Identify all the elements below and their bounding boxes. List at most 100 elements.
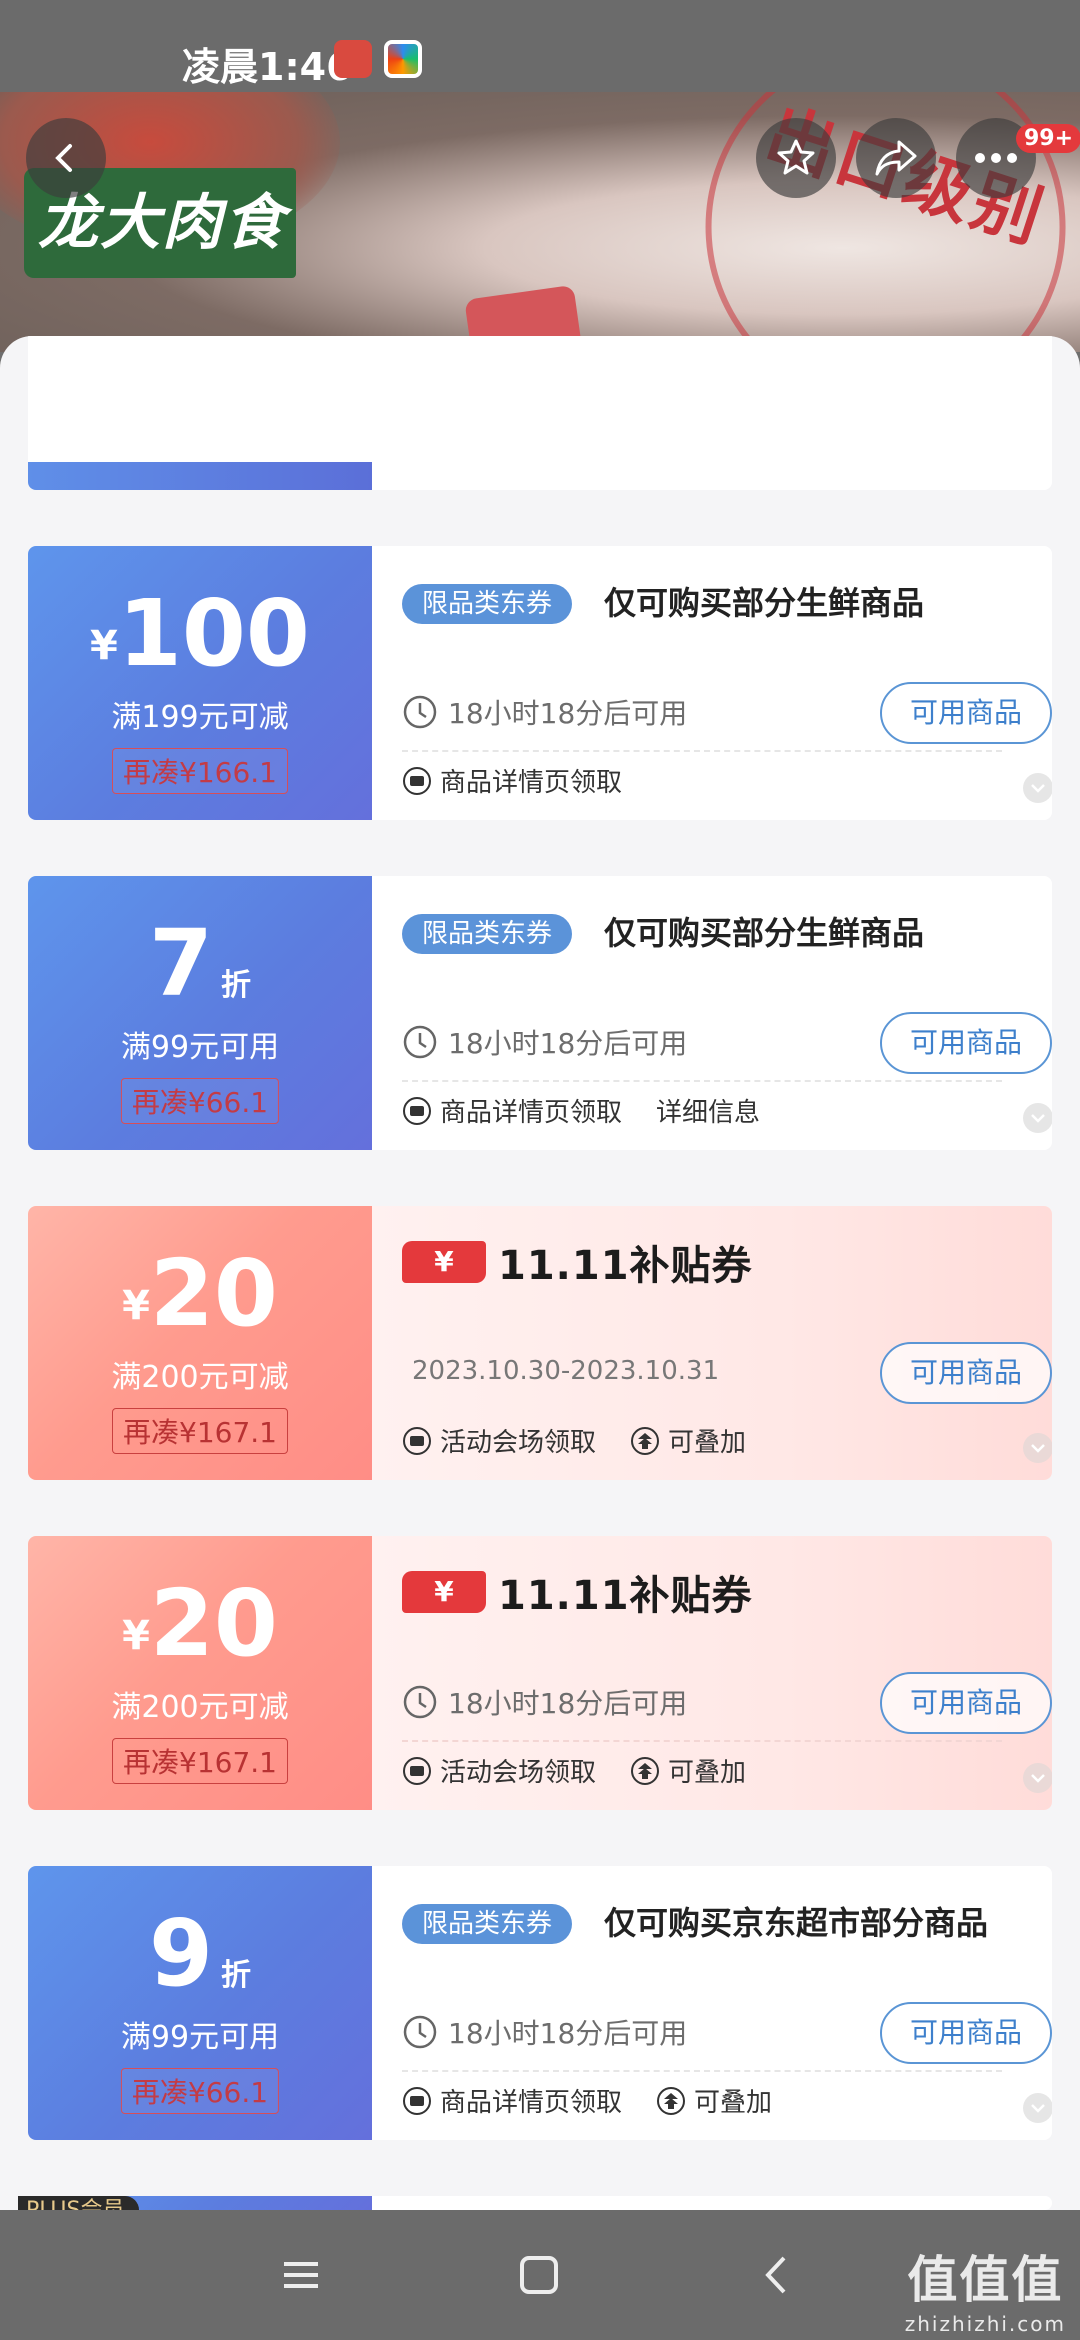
coupon-value-panel: 9折 满99元可用 再凑¥66.1: [28, 1866, 372, 2140]
coupon-validity: 18小时18分后可用: [402, 692, 687, 732]
claim-source-label: 商品详情页领取: [440, 2088, 623, 2118]
currency-symbol: ¥: [122, 1283, 150, 1329]
message-badge: 99+: [1016, 124, 1080, 153]
ticket-icon: [403, 766, 431, 795]
claim-source-label: 商品详情页领取: [440, 768, 623, 798]
favorite-button[interactable]: [756, 118, 836, 198]
divider: [402, 1740, 1002, 1742]
validity-text: 18小时18分后可用: [448, 697, 688, 730]
currency-symbol: ¥: [90, 623, 118, 669]
coupon-info: 限品类东券 仅可购买部分生鲜商品 18小时18分后可用 可用商品 商品详情页领取…: [372, 876, 1052, 1150]
stackable-label: 可叠加: [694, 2088, 773, 2118]
subsidy-coupon-logo: ¥ 11.11补贴券: [402, 1562, 753, 1622]
chevron-down-icon[interactable]: [1022, 1102, 1052, 1134]
stack-icon: [631, 1756, 660, 1785]
claim-source-label: 活动会场领取: [440, 1428, 597, 1458]
stackable: 可叠加: [656, 2082, 772, 2119]
share-button[interactable]: [856, 118, 936, 198]
available-goods-button[interactable]: 可用商品: [880, 1672, 1052, 1734]
coupon-card[interactable]: ¥20 满200元可减 再凑¥167.1 ¥ 11.11补贴券 18小时18分后…: [28, 1536, 1052, 1810]
coupon-info: ¥ 11.11补贴券 18小时18分后可用 可用商品 活动会场领取 可叠加: [372, 1536, 1052, 1810]
watermark-logo: 值值值: [907, 2251, 1064, 2309]
home-icon[interactable]: [514, 2250, 564, 2300]
coupon-card-partial: [28, 336, 1052, 490]
coupon-info: 限品类东券 仅可购买部分生鲜商品 18小时18分后可用 可用商品 商品详情页领取: [372, 546, 1052, 820]
coupon-type-tag: 限品类东券: [402, 914, 573, 954]
coupon-validity: 2023.10.30-2023.10.31: [412, 1356, 720, 1386]
divider: [402, 750, 1002, 752]
ticket-icon: [403, 1756, 431, 1785]
coupon-left-partial: [28, 462, 372, 490]
claim-source: 活动会场领取: [402, 1752, 596, 1789]
validity-text: 18小时18分后可用: [448, 1027, 688, 1060]
coupon-card[interactable]: ¥100 满199元可减 再凑¥166.1 限品类东券 仅可购买部分生鲜商品 1…: [28, 546, 1052, 820]
available-goods-button[interactable]: 可用商品: [880, 1342, 1052, 1404]
coupon-value-panel: 7折 满99元可用 再凑¥66.1: [28, 876, 372, 1150]
coupon-amount: ¥100: [28, 584, 372, 684]
stackable-label: 可叠加: [668, 1758, 747, 1788]
coupon-meta: 活动会场领取 可叠加: [402, 1752, 746, 1789]
clock-icon: [403, 2015, 437, 2049]
available-goods-button[interactable]: 可用商品: [880, 2002, 1052, 2064]
available-goods-button[interactable]: 可用商品: [880, 682, 1052, 744]
coupon-info: 限品类东券 仅可购买京东超市部分商品 18小时18分后可用 可用商品 商品详情页…: [372, 1866, 1052, 2140]
coupon-amount: 7折: [28, 914, 372, 1014]
star-icon: [777, 139, 815, 175]
clock-icon: [403, 1025, 437, 1059]
coupon-value-panel: ¥20 满200元可减 再凑¥167.1: [28, 1536, 372, 1810]
coupon-card[interactable]: 7折 满99元可用 再凑¥66.1 限品类东券 仅可购买部分生鲜商品 18小时1…: [28, 876, 1052, 1150]
coupon-gap: 再凑¥167.1: [112, 1408, 288, 1454]
chevron-down-icon[interactable]: [1022, 772, 1052, 804]
amount-value: 9: [148, 1900, 213, 2007]
ticket-icon: [403, 2086, 431, 2115]
coupon-condition: 满99元可用: [120, 2020, 280, 2055]
coupon-description: 仅可购买京东超市部分商品: [604, 1904, 989, 1942]
coupon-meta: 商品详情页领取 详细信息: [402, 1092, 760, 1129]
coupon-type-tag: 限品类东券: [402, 584, 573, 624]
amount-value: 100: [117, 580, 310, 687]
site-watermark: 值值值 zhizhizhi.com: [905, 2240, 1066, 2336]
ticket-icon: [403, 1426, 431, 1455]
coupon-card[interactable]: 9折 满99元可用 再凑¥66.1 限品类东券 仅可购买京东超市部分商品 18小…: [28, 1866, 1052, 2140]
stackable: 可叠加: [630, 1422, 746, 1459]
claim-source: 活动会场领取: [402, 1422, 596, 1459]
coupon-meta: 商品详情页领取 可叠加: [402, 2082, 772, 2119]
back-button[interactable]: [26, 118, 106, 198]
claim-source-label: 商品详情页领取: [440, 1098, 623, 1128]
claim-source-label: 活动会场领取: [440, 1758, 597, 1788]
coupon-gap: 再凑¥166.1: [112, 748, 288, 794]
coupon-gap: 再凑¥167.1: [112, 1738, 288, 1784]
coupon-description: 仅可购买部分生鲜商品: [604, 914, 925, 952]
coupon-meta: 商品详情页领取: [402, 762, 622, 799]
coupon-condition: 满200元可减: [111, 1690, 289, 1725]
coupon-condition: 满200元可减: [111, 1360, 289, 1395]
validity-text: 18小时18分后可用: [448, 2017, 688, 2050]
chevron-down-icon[interactable]: [1022, 1432, 1052, 1464]
share-icon: [875, 140, 917, 176]
coupon-amount: 9折: [28, 1904, 372, 2004]
discount-unit: 折: [221, 968, 251, 1003]
coupon-validity: 18小时18分后可用: [402, 1022, 687, 1062]
coupon-validity: 18小时18分后可用: [402, 1682, 687, 1722]
validity-text: 18小时18分后可用: [448, 1687, 688, 1720]
amount-value: 20: [149, 1570, 278, 1677]
details-link[interactable]: 详细信息: [656, 1092, 760, 1129]
discount-unit: 折: [221, 1958, 251, 1993]
status-time: 凌晨1:46: [182, 45, 353, 89]
subsidy-coupon-logo: ¥ 11.11补贴券: [402, 1232, 753, 1292]
currency-symbol: ¥: [122, 1613, 150, 1659]
coupon-condition: 满199元可减: [111, 700, 289, 735]
stack-icon: [631, 1426, 660, 1455]
coupon-card[interactable]: ¥20 满200元可减 再凑¥167.1 ¥ 11.11补贴券 2023.10.…: [28, 1206, 1052, 1480]
clock-icon: [403, 695, 437, 729]
ticket-icon: [403, 1096, 431, 1125]
clock-icon: [403, 1685, 437, 1719]
coupon-meta: 活动会场领取 可叠加: [402, 1422, 746, 1459]
available-goods-button[interactable]: 可用商品: [880, 1012, 1052, 1074]
back-nav-icon[interactable]: [752, 2250, 802, 2300]
chevron-down-icon[interactable]: [1022, 2092, 1052, 2124]
coupon-info: ¥ 11.11补贴券 2023.10.30-2023.10.31 可用商品 活动…: [372, 1206, 1052, 1480]
amount-value: 20: [149, 1240, 278, 1347]
chevron-down-icon[interactable]: [1022, 1762, 1052, 1794]
menu-icon[interactable]: [276, 2250, 326, 2300]
